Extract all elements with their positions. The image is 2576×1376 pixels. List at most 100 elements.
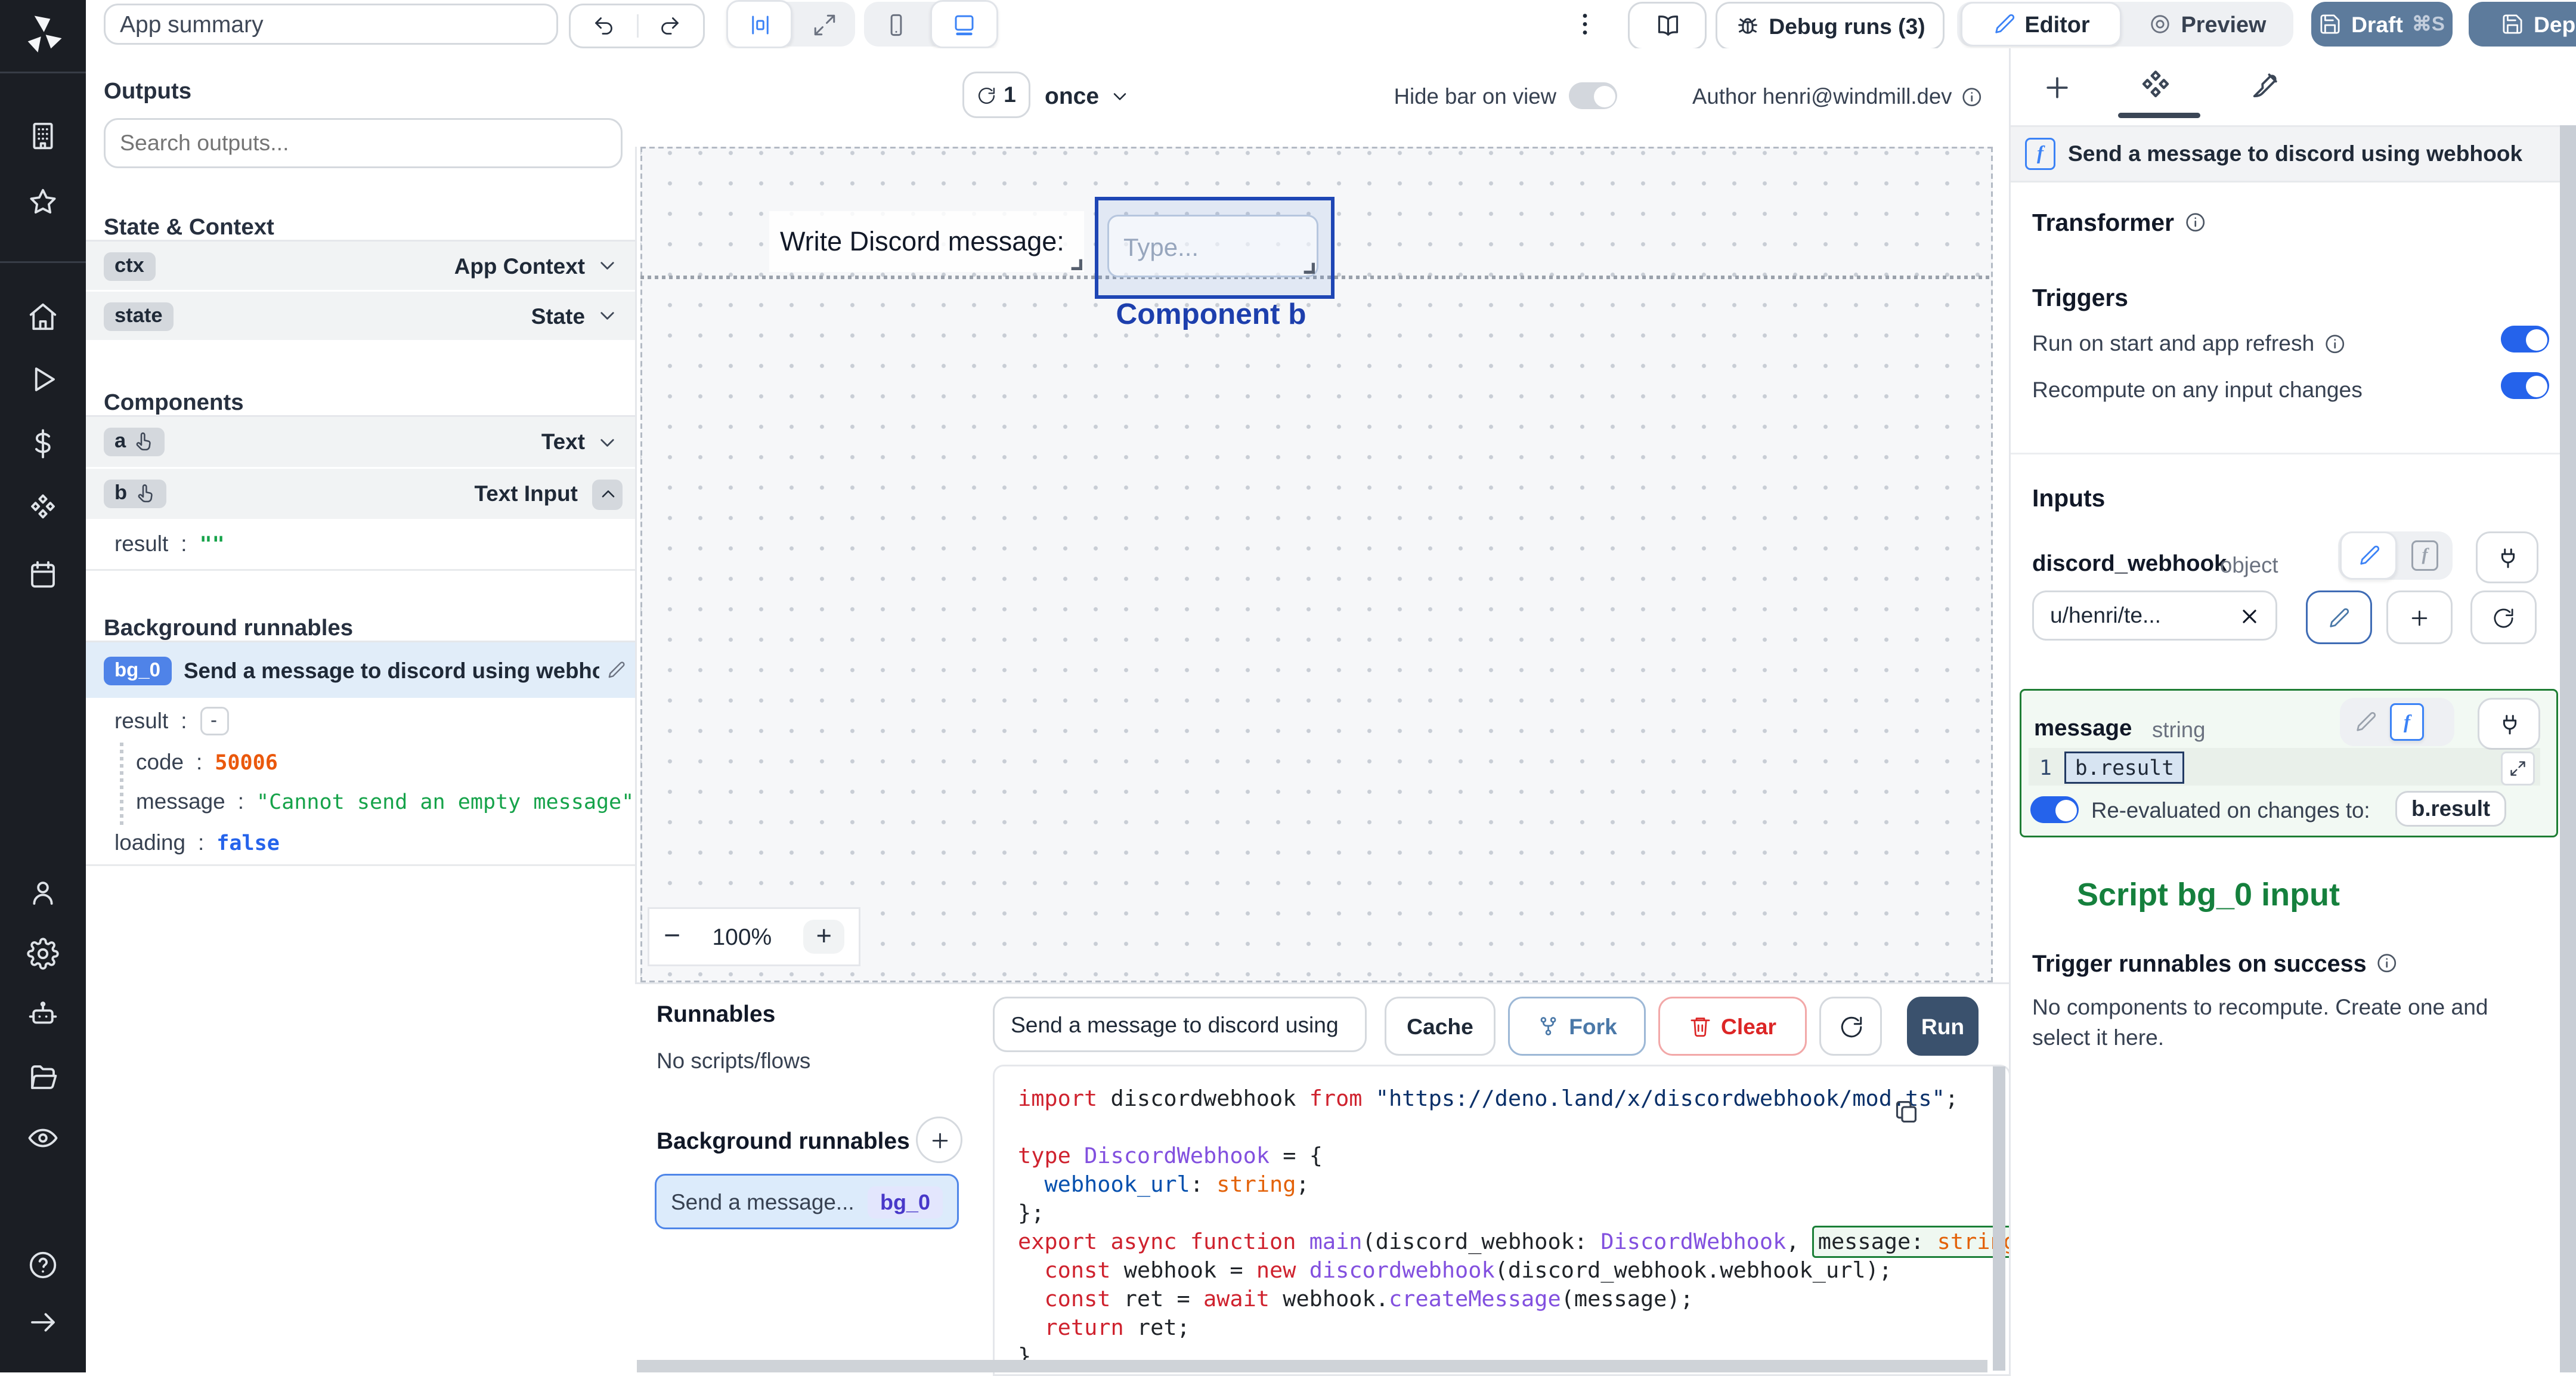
expand-editor-icon[interactable] bbox=[2501, 752, 2535, 786]
deploy-button[interactable]: Deploy bbox=[2469, 2, 2576, 47]
undo-button[interactable] bbox=[571, 14, 638, 38]
canvas-component-a-text[interactable]: Write Discord message: bbox=[769, 211, 1084, 272]
bg0-result-collapse[interactable]: - bbox=[199, 707, 228, 735]
users-icon[interactable] bbox=[27, 877, 59, 909]
refresh-resource-button[interactable] bbox=[2470, 590, 2537, 644]
reeval-toggle[interactable] bbox=[2030, 796, 2079, 823]
component-a-type: Text bbox=[541, 429, 585, 454]
refresh-count-button[interactable]: 1 bbox=[962, 72, 1030, 118]
bg0-result-row[interactable]: result : - bbox=[114, 707, 228, 735]
redo-button[interactable] bbox=[638, 14, 704, 38]
canvas-component-b-selection[interactable]: Type... bbox=[1095, 197, 1335, 299]
desktop-view-button[interactable] bbox=[929, 0, 998, 48]
mobile-view-button[interactable] bbox=[864, 12, 930, 37]
tab-settings-components-icon[interactable] bbox=[2138, 68, 2174, 104]
home-icon[interactable] bbox=[27, 301, 59, 333]
code-editor[interactable]: import discordwebhook from "https://deno… bbox=[993, 1065, 2011, 1376]
workspace-building-icon[interactable] bbox=[27, 120, 59, 152]
eval-mode-function-button[interactable]: f bbox=[2390, 703, 2424, 741]
outputs-title: Outputs bbox=[104, 77, 192, 104]
connect-plug-button[interactable] bbox=[2478, 698, 2540, 750]
more-menu-kebab-icon[interactable] bbox=[1571, 7, 1599, 41]
recompute-toggle[interactable] bbox=[2501, 372, 2549, 399]
bg0-message-value: "Cannot send an empty message" bbox=[256, 789, 634, 814]
refresh-mode-dropdown[interactable]: once bbox=[1045, 82, 1131, 109]
bg0-row[interactable]: bg_0 Send a message to discord using web… bbox=[86, 641, 635, 698]
discord-webhook-mode-toggle: f bbox=[2338, 531, 2453, 580]
tab-insert-plus-icon[interactable] bbox=[2041, 72, 2073, 104]
trigger-run-on-start-row: Run on start and app refresh bbox=[2032, 331, 2346, 356]
resources-components-icon[interactable] bbox=[27, 492, 59, 524]
canvas-toolbar: 1 once Hide bar on view Author henri@win… bbox=[635, 48, 2009, 147]
static-mode-pencil-button[interactable] bbox=[2340, 710, 2390, 734]
bg0-code-row: code : 50006 bbox=[136, 750, 278, 775]
expand-canvas-button[interactable] bbox=[792, 12, 855, 37]
windmill-logo-icon[interactable] bbox=[20, 11, 66, 57]
output-row-ctx[interactable]: ctx App Context bbox=[86, 240, 635, 290]
settings-gear-icon[interactable] bbox=[27, 938, 59, 970]
draft-save-button[interactable]: Draft ⌘S bbox=[2311, 2, 2453, 47]
static-mode-pencil-button[interactable] bbox=[2340, 531, 2397, 580]
run-button[interactable]: Run bbox=[1907, 997, 1979, 1056]
resize-handle-icon[interactable] bbox=[1302, 261, 1315, 274]
zoom-in-button[interactable]: + bbox=[803, 920, 844, 954]
component-row-a[interactable]: a Text bbox=[86, 415, 635, 467]
chevron-down-icon[interactable] bbox=[596, 254, 619, 277]
variables-dollar-icon[interactable] bbox=[27, 428, 59, 460]
audit-eye-icon[interactable] bbox=[27, 1122, 59, 1154]
cache-button[interactable]: Cache bbox=[1385, 997, 1496, 1056]
tab-preview[interactable]: Preview bbox=[2122, 12, 2293, 37]
resource-picker-field[interactable]: u/henri/te... bbox=[2032, 590, 2277, 641]
component-row-b[interactable]: b Text Input bbox=[86, 469, 635, 519]
tab-editor[interactable]: Editor bbox=[1961, 2, 2122, 47]
chevron-down-icon[interactable] bbox=[596, 431, 619, 454]
copy-code-icon[interactable] bbox=[1893, 1099, 1919, 1125]
expr-editor-line[interactable]: 1 b.result bbox=[2029, 748, 2540, 786]
workers-robot-icon[interactable] bbox=[27, 998, 59, 1031]
schedules-calendar-icon[interactable] bbox=[27, 558, 59, 590]
folders-icon[interactable] bbox=[27, 1061, 59, 1093]
script-name-field[interactable]: Send a message to discord using bbox=[993, 997, 1367, 1052]
code-vertical-scrollbar[interactable] bbox=[1993, 1066, 2005, 1371]
component-b-text-input[interactable]: Type... bbox=[1107, 215, 1318, 277]
runs-play-icon[interactable] bbox=[27, 363, 59, 395]
expand-sidebar-arrow-icon[interactable] bbox=[27, 1306, 59, 1338]
eval-mode-function-button[interactable]: f bbox=[2411, 540, 2438, 571]
divider bbox=[2011, 453, 2560, 454]
chevron-down-icon[interactable] bbox=[596, 304, 619, 327]
divider bbox=[86, 864, 635, 866]
docs-book-button[interactable] bbox=[1628, 2, 1707, 50]
clear-button[interactable]: Clear bbox=[1658, 997, 1807, 1056]
app-summary-input[interactable] bbox=[104, 4, 558, 45]
right-panel-scrollbar[interactable] bbox=[2560, 125, 2576, 1372]
hide-bar-toggle[interactable] bbox=[1569, 82, 1617, 109]
favorites-star-icon[interactable] bbox=[27, 186, 59, 218]
bottom-horizontal-scrollbar[interactable] bbox=[637, 1360, 1987, 1372]
fork-button[interactable]: Fork bbox=[1508, 997, 1646, 1056]
run-on-start-toggle[interactable] bbox=[2501, 326, 2549, 352]
search-outputs-input[interactable] bbox=[104, 118, 623, 168]
create-resource-button[interactable] bbox=[2386, 590, 2453, 644]
align-center-button[interactable] bbox=[726, 0, 792, 48]
hide-bar-label: Hide bar on view bbox=[1394, 84, 1556, 109]
resize-handle-icon[interactable] bbox=[1070, 258, 1082, 270]
chevron-up-icon[interactable] bbox=[592, 478, 623, 509]
b-result-row[interactable]: result : "" bbox=[114, 531, 225, 556]
message-type: string bbox=[2152, 718, 2206, 743]
debug-runs-button[interactable]: Debug runs (3) bbox=[1716, 2, 1945, 50]
reeval-target-chip[interactable]: b.result bbox=[2395, 791, 2507, 827]
add-background-runnable-button[interactable] bbox=[916, 1117, 962, 1163]
edit-pencil-icon[interactable] bbox=[606, 660, 626, 680]
edit-resource-button[interactable] bbox=[2306, 590, 2372, 644]
refresh-script-button[interactable] bbox=[1819, 997, 1882, 1056]
connect-plug-button[interactable] bbox=[2476, 531, 2538, 583]
expr-selected-text[interactable]: b.result bbox=[2064, 750, 2185, 783]
component-b-badge: b bbox=[104, 480, 167, 508]
tab-styling-brush-icon[interactable] bbox=[2250, 68, 2283, 100]
device-toggle-group bbox=[864, 0, 998, 48]
output-row-state[interactable]: state State bbox=[86, 292, 635, 340]
runnable-item-bg0[interactable]: Send a message... bg_0 bbox=[655, 1174, 959, 1229]
help-icon[interactable] bbox=[27, 1249, 59, 1281]
draft-shortcut: ⌘S bbox=[2411, 14, 2445, 36]
zoom-out-button[interactable]: − bbox=[664, 921, 680, 953]
